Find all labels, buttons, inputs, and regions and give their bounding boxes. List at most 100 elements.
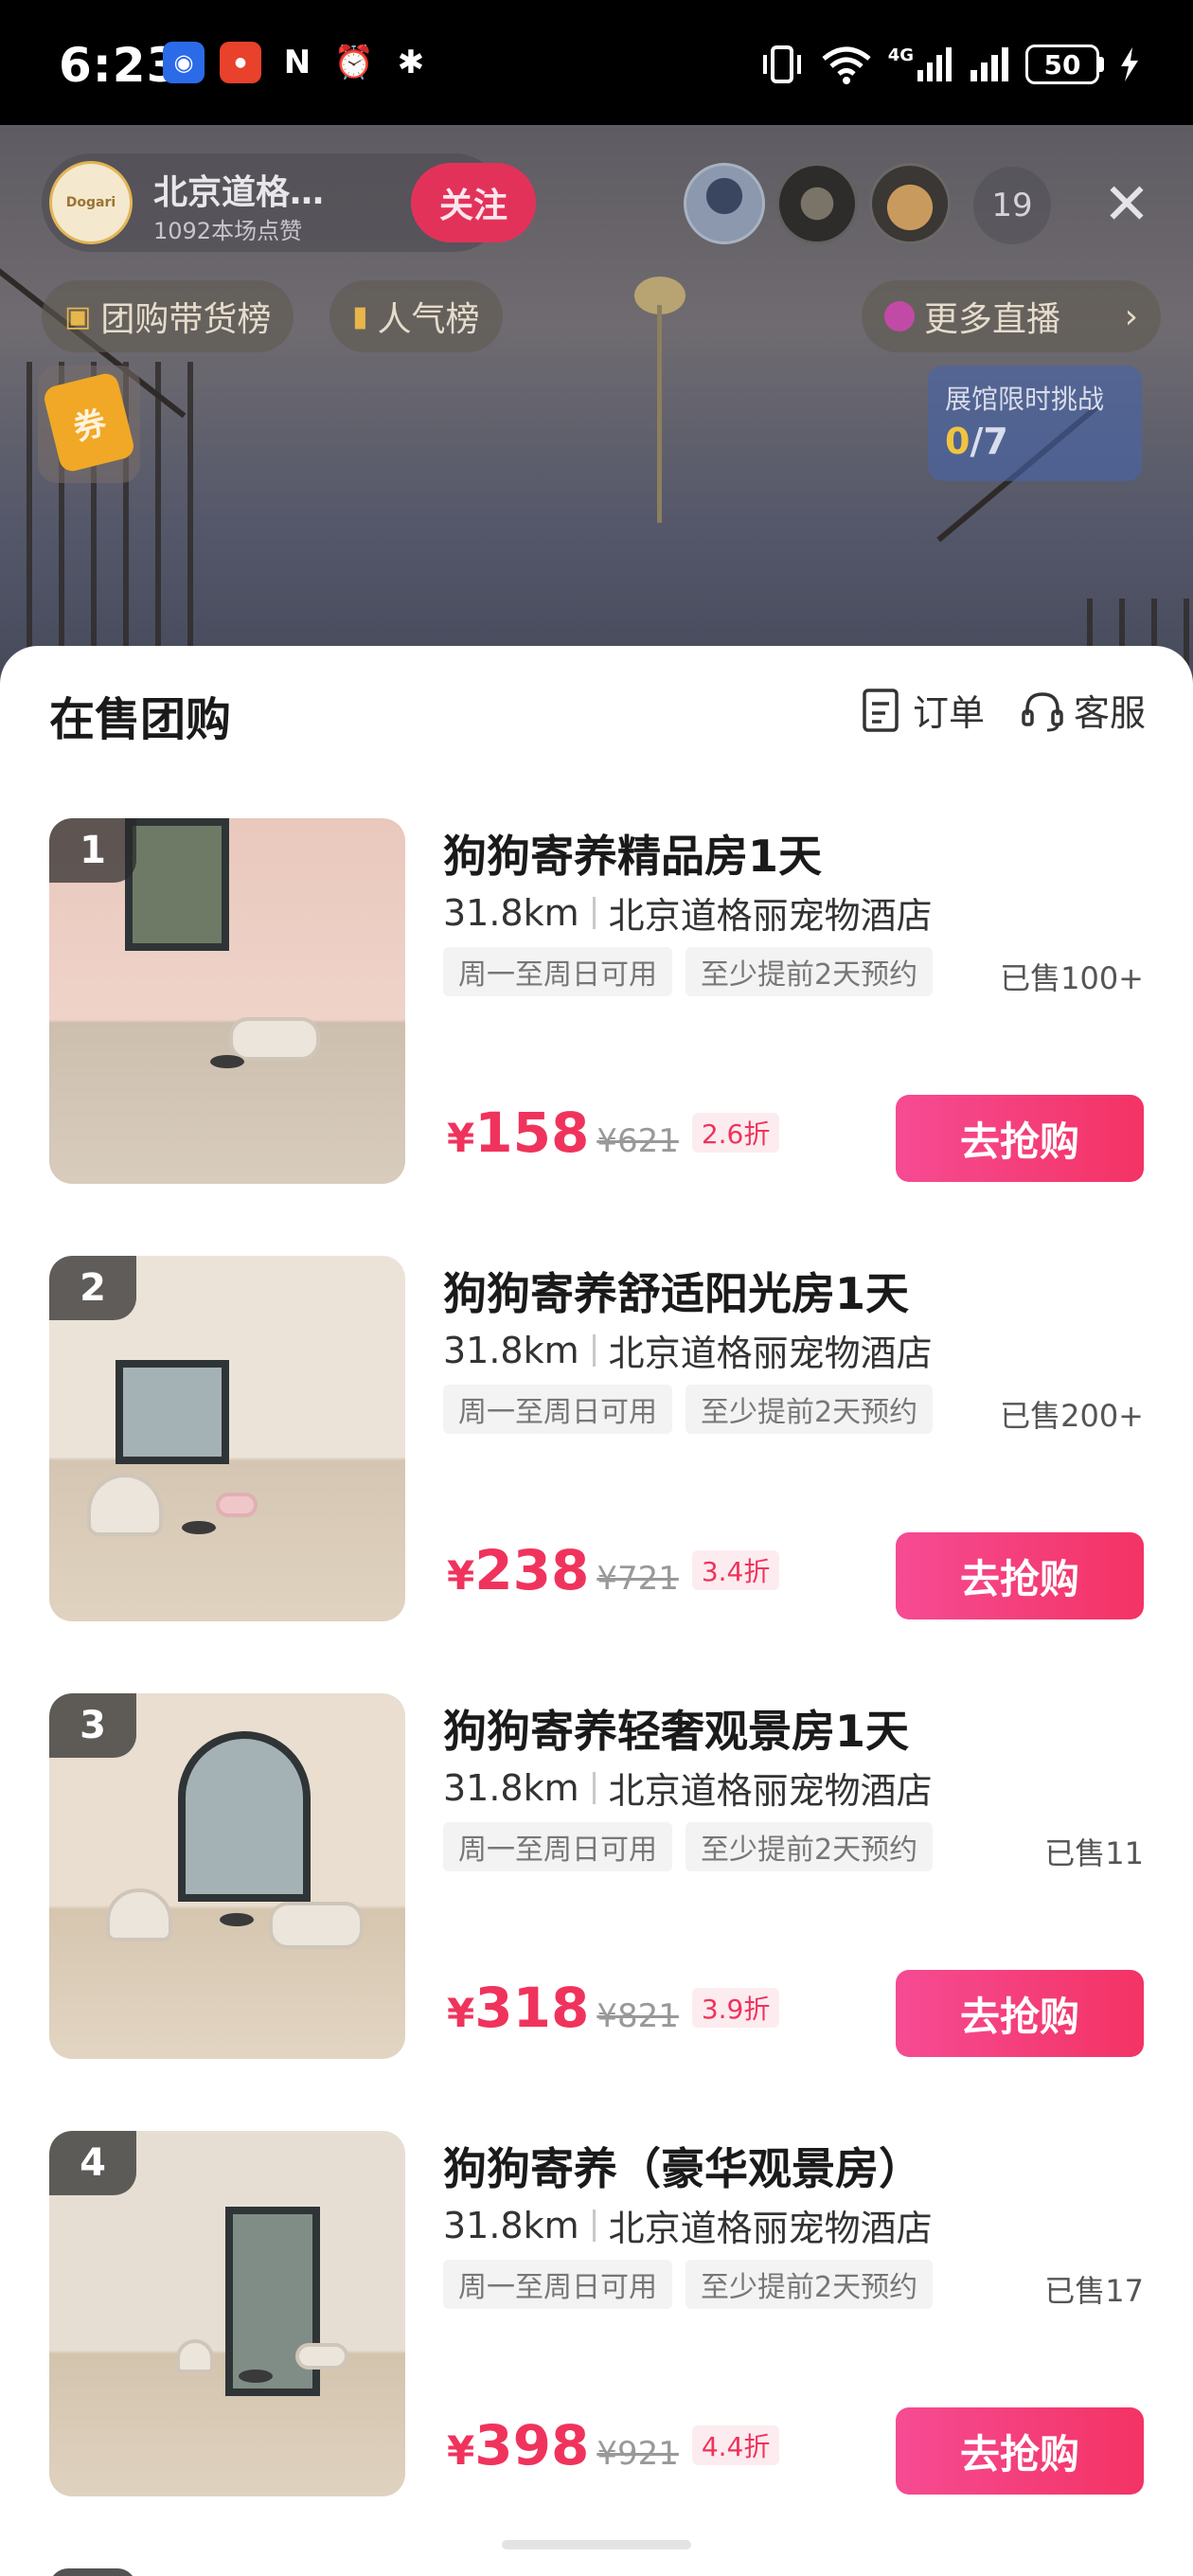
meta-divider	[592, 1771, 596, 1804]
buy-button[interactable]: 去抢购	[896, 1095, 1144, 1182]
product-title[interactable]: 狗狗寄养（豪华观景房）	[443, 2135, 922, 2197]
product-card[interactable]: 1 狗狗寄养精品房1天 31.8km 北京道格丽宠物酒店 周一至周日可用 至少提…	[49, 818, 1144, 1184]
close-icon[interactable]: ✕	[1089, 167, 1165, 242]
battery-icon: 50	[1025, 45, 1104, 84]
challenge-widget[interactable]: 展馆限时挑战 0/7	[928, 366, 1142, 481]
home-indicator[interactable]	[502, 2540, 691, 2549]
live-dot-icon	[884, 301, 915, 331]
product-title[interactable]: 狗狗寄养轻奢观景房1天	[443, 1697, 909, 1760]
vibrate-icon	[762, 45, 801, 83]
service-label: 客服	[1074, 692, 1147, 734]
status-app-icons: ◉ ● N ⏰ ✱	[163, 42, 432, 83]
customer-service-button[interactable]: 客服	[1021, 684, 1146, 736]
group-buy-rank-chip[interactable]: ▣ 团购带货榜	[42, 280, 294, 352]
challenge-done: 0	[945, 420, 970, 462]
nfc-icon: N	[283, 44, 312, 81]
avatar-logo-text: Dogari	[65, 195, 116, 210]
challenge-progress: 0/7	[945, 420, 1008, 462]
discount-badge: 4.4折	[691, 2425, 780, 2465]
price-current: 398	[474, 2413, 590, 2478]
product-price: ¥ 318 ¥821 3.9折	[447, 1976, 780, 2040]
viewer-count[interactable]: 19	[973, 167, 1051, 244]
challenge-title: 展馆限时挑战	[945, 384, 1105, 415]
product-sold: 已售100+	[1000, 960, 1144, 996]
sheet-title: 在售团购	[49, 693, 232, 746]
product-store: 北京道格丽宠物酒店	[608, 1333, 933, 1374]
lamp-rod	[657, 305, 662, 523]
bluetooth-icon: ✱	[397, 44, 425, 81]
alarm-icon: ⏰	[333, 44, 375, 81]
viewer-avatar[interactable]	[684, 163, 765, 244]
product-tag: 至少提前2天预约	[686, 1822, 934, 1871]
battery-level: 50	[1025, 45, 1099, 84]
order-list-icon	[863, 688, 899, 732]
product-tag: 至少提前2天预约	[686, 1385, 934, 1434]
product-tags: 周一至周日可用 至少提前2天预约	[443, 947, 934, 996]
currency-symbol: ¥	[447, 1115, 475, 1161]
product-title[interactable]: 狗狗寄养舒适阳光房1天	[443, 1260, 909, 1322]
price-original: ¥921	[596, 2435, 679, 2473]
product-card[interactable]: 4 狗狗寄养（豪华观景房） 31.8km 北京道格丽宠物酒店 周一至周日可用 至…	[49, 2131, 1144, 2496]
app-red-icon: ●	[220, 42, 261, 83]
signal-4g-icon: 4G	[888, 45, 953, 83]
product-tag: 周一至周日可用	[443, 2260, 672, 2309]
discount-badge: 3.4折	[691, 1550, 780, 1590]
rank-badge: 1	[49, 818, 136, 883]
discount-badge: 2.6折	[691, 1113, 780, 1153]
viewer-avatar[interactable]	[869, 163, 951, 244]
product-store: 北京道格丽宠物酒店	[608, 895, 933, 937]
meta-divider	[592, 896, 596, 929]
price-original: ¥821	[596, 1997, 679, 2035]
anchor-info[interactable]: Dogari 北京道格… 1092本场点赞 关注	[42, 153, 536, 252]
price-current: 158	[474, 1100, 590, 1165]
meta-divider	[592, 2209, 596, 2242]
next-product-peek	[49, 2568, 136, 2576]
product-tag: 周一至周日可用	[443, 1822, 672, 1871]
product-tag: 周一至周日可用	[443, 1385, 672, 1434]
product-distance: 31.8km	[443, 1766, 579, 1809]
orders-button[interactable]: 订单	[860, 684, 985, 736]
product-card[interactable]: 3 狗狗寄养轻奢观景房1天 31.8km 北京道格丽宠物酒店 周一至周日可用 至…	[49, 1693, 1144, 2059]
product-distance: 31.8km	[443, 891, 579, 934]
product-image[interactable]: 2	[49, 1256, 405, 1621]
popularity-rank-chip[interactable]: ▮ 人气榜	[329, 280, 503, 352]
viewer-avatar[interactable]	[776, 163, 858, 244]
signal-icon	[970, 47, 1008, 81]
product-meta: 31.8km 北京道格丽宠物酒店	[443, 2199, 933, 2251]
currency-symbol: ¥	[447, 1990, 475, 2036]
price-original: ¥621	[596, 1122, 679, 1160]
anchor-avatar[interactable]: Dogari	[49, 161, 133, 244]
charging-icon	[1121, 47, 1138, 81]
product-title[interactable]: 狗狗寄养精品房1天	[443, 822, 822, 885]
buy-button[interactable]: 去抢购	[896, 1532, 1144, 1619]
product-price: ¥ 398 ¥921 4.4折	[447, 2413, 780, 2478]
product-meta: 31.8km 北京道格丽宠物酒店	[443, 886, 933, 939]
product-tag: 至少提前2天预约	[686, 2260, 934, 2309]
network-type: 4G	[887, 45, 914, 65]
product-meta: 31.8km 北京道格丽宠物酒店	[443, 1324, 933, 1376]
more-live-chip[interactable]: 更多直播 ›	[862, 280, 1161, 352]
rank-badge: 3	[49, 1693, 136, 1758]
product-distance: 31.8km	[443, 2204, 579, 2246]
product-store: 北京道格丽宠物酒店	[608, 1770, 933, 1812]
buy-button[interactable]: 去抢购	[896, 1970, 1144, 2057]
product-sold: 已售11	[1044, 1835, 1144, 1871]
product-store: 北京道格丽宠物酒店	[608, 2208, 933, 2249]
rank-badge: 4	[49, 2131, 136, 2195]
follow-button[interactable]: 关注	[411, 163, 536, 242]
product-card[interactable]: 2 狗狗寄养舒适阳光房1天 31.8km 北京道格丽宠物酒店 周一至周日可用 至…	[49, 1256, 1144, 1621]
product-tags: 周一至周日可用 至少提前2天预约	[443, 2260, 934, 2309]
product-distance: 31.8km	[443, 1329, 579, 1371]
product-image[interactable]: 4	[49, 2131, 405, 2496]
chevron-right-icon: ›	[1124, 296, 1138, 336]
product-tag: 周一至周日可用	[443, 947, 672, 996]
buy-button[interactable]: 去抢购	[896, 2407, 1144, 2495]
price-current: 318	[474, 1976, 590, 2040]
price-current: 238	[474, 1538, 590, 1602]
coupon-widget[interactable]: 券	[38, 366, 140, 483]
product-image[interactable]: 3	[49, 1693, 405, 2059]
group-buy-rank-label: 团购带货榜	[100, 300, 272, 339]
status-system-icons: 4G 50	[759, 44, 1140, 85]
product-image[interactable]: 1	[49, 818, 405, 1184]
meta-divider	[592, 1333, 596, 1367]
